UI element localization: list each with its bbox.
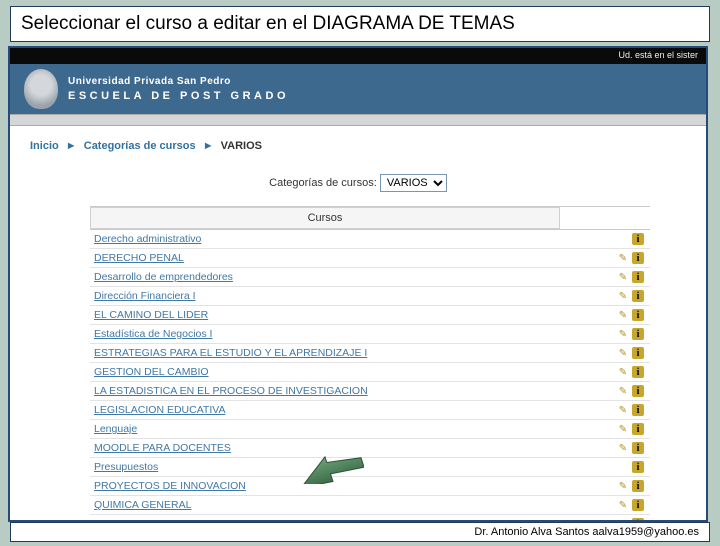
info-icon[interactable]: i <box>632 366 644 378</box>
info-icon[interactable]: i <box>632 271 644 283</box>
info-icon[interactable]: i <box>632 442 644 454</box>
course-link[interactable]: LEGISLACION EDUCATIVA <box>90 404 560 416</box>
breadcrumb: Inicio ► Categorías de cursos ► VARIOS <box>10 126 706 162</box>
course-link[interactable]: Estadística de Negocios I <box>90 328 560 340</box>
breadcrumb-sep-icon: ► <box>203 140 214 152</box>
category-select[interactable]: VARIOS <box>380 174 447 192</box>
app-screenshot: Ud. está en el sister Universidad Privad… <box>8 46 708 522</box>
info-icon[interactable]: i <box>632 480 644 492</box>
info-icon[interactable]: i <box>632 499 644 511</box>
info-icon[interactable]: i <box>632 347 644 359</box>
table-row: PROYECTOS DE INNOVACION ✎i <box>90 477 650 496</box>
table-row: Dirección Financiera I ✎i <box>90 287 650 306</box>
key-icon: ✎ <box>617 252 629 264</box>
breadcrumb-sep-icon: ► <box>66 140 77 152</box>
key-icon: ✎ <box>617 366 629 378</box>
slide-title: Seleccionar el curso a editar en el DIAG… <box>10 6 710 42</box>
table-row: EL CAMINO DEL LIDER ✎i <box>90 306 650 325</box>
university-logo <box>24 69 58 109</box>
info-icon[interactable]: i <box>632 423 644 435</box>
course-link[interactable]: Derecho administrativo <box>90 233 560 245</box>
course-link[interactable]: ESTRATEGIAS PARA EL ESTUDIO Y EL APRENDI… <box>90 347 560 359</box>
key-icon: ✎ <box>617 347 629 359</box>
course-link[interactable]: Dirección Financiera I <box>90 290 560 302</box>
info-icon[interactable]: i <box>632 461 644 473</box>
table-row: GESTION DEL CAMBIO ✎i <box>90 363 650 382</box>
key-icon: ✎ <box>617 404 629 416</box>
breadcrumb-categories[interactable]: Categorías de cursos <box>84 140 196 152</box>
table-row: Estadística de Negocios I ✎i <box>90 325 650 344</box>
info-icon[interactable]: i <box>632 252 644 264</box>
divider-bar <box>10 114 706 126</box>
category-filter: Categorías de cursos: VARIOS <box>10 162 706 206</box>
courses-table: Cursos Derecho administrativoiDERECHO PE… <box>90 206 650 522</box>
key-icon: ✎ <box>617 271 629 283</box>
breadcrumb-current: VARIOS <box>221 140 262 152</box>
table-row: MOODLE PARA DOCENTES ✎i <box>90 439 650 458</box>
course-link[interactable]: PROYECTOS DE INNOVACION <box>90 480 560 492</box>
table-row: LA ESTADISTICA EN EL PROCESO DE INVESTIG… <box>90 382 650 401</box>
school-name: ESCUELA DE POST GRADO <box>68 90 289 102</box>
key-icon: ✎ <box>617 423 629 435</box>
course-link[interactable]: LA ESTADISTICA EN EL PROCESO DE INVESTIG… <box>90 385 560 397</box>
table-row: LEGISLACION EDUCATIVA ✎i <box>90 401 650 420</box>
key-icon: ✎ <box>617 442 629 454</box>
course-link[interactable]: MOODLE PARA DOCENTES <box>90 442 560 454</box>
info-icon[interactable]: i <box>632 233 644 245</box>
key-icon: ✎ <box>617 309 629 321</box>
university-name: Universidad Privada San Pedro <box>68 76 289 87</box>
table-row: DERECHO PENAL ✎i <box>90 249 650 268</box>
table-row: ESTRATEGIAS PARA EL ESTUDIO Y EL APRENDI… <box>90 344 650 363</box>
course-link[interactable]: DERECHO PENAL <box>90 252 560 264</box>
course-link[interactable]: Lenguaje <box>90 423 560 435</box>
info-icon[interactable]: i <box>632 328 644 340</box>
info-icon[interactable]: i <box>632 290 644 302</box>
slide-footer: Dr. Antonio Alva Santos aalva1959@yahoo.… <box>10 522 710 542</box>
filter-label: Categorías de cursos: <box>269 177 377 189</box>
course-link[interactable]: EL CAMINO DEL LIDER <box>90 309 560 321</box>
course-link[interactable]: GESTION DEL CAMBIO <box>90 366 560 378</box>
table-row: Desarrollo de emprendedores ✎i <box>90 268 650 287</box>
header-courses: Cursos <box>90 207 560 229</box>
key-icon: ✎ <box>617 385 629 397</box>
key-icon: ✎ <box>617 499 629 511</box>
key-icon: ✎ <box>617 480 629 492</box>
info-icon[interactable]: i <box>632 309 644 321</box>
breadcrumb-home[interactable]: Inicio <box>30 140 59 152</box>
course-link[interactable]: Desarrollo de emprendedores <box>90 271 560 283</box>
table-row: Lenguaje ✎i <box>90 420 650 439</box>
site-banner: Universidad Privada San Pedro ESCUELA DE… <box>10 64 706 114</box>
table-row: Presupuestos i <box>90 458 650 477</box>
course-link[interactable]: QUIMICA GENERAL <box>90 499 560 511</box>
info-icon[interactable]: i <box>632 385 644 397</box>
course-link[interactable]: Presupuestos <box>90 461 560 473</box>
key-icon: ✎ <box>617 290 629 302</box>
status-bar: Ud. está en el sister <box>10 48 706 64</box>
info-icon[interactable]: i <box>632 404 644 416</box>
table-row: Derecho administrativo i <box>90 230 650 249</box>
table-row: USO DE LAS PLANTILLAS ELECTRONICAS✎i <box>90 515 650 522</box>
key-icon: ✎ <box>617 328 629 340</box>
table-row: QUIMICA GENERAL ✎i <box>90 496 650 515</box>
table-header: Cursos <box>90 207 650 230</box>
